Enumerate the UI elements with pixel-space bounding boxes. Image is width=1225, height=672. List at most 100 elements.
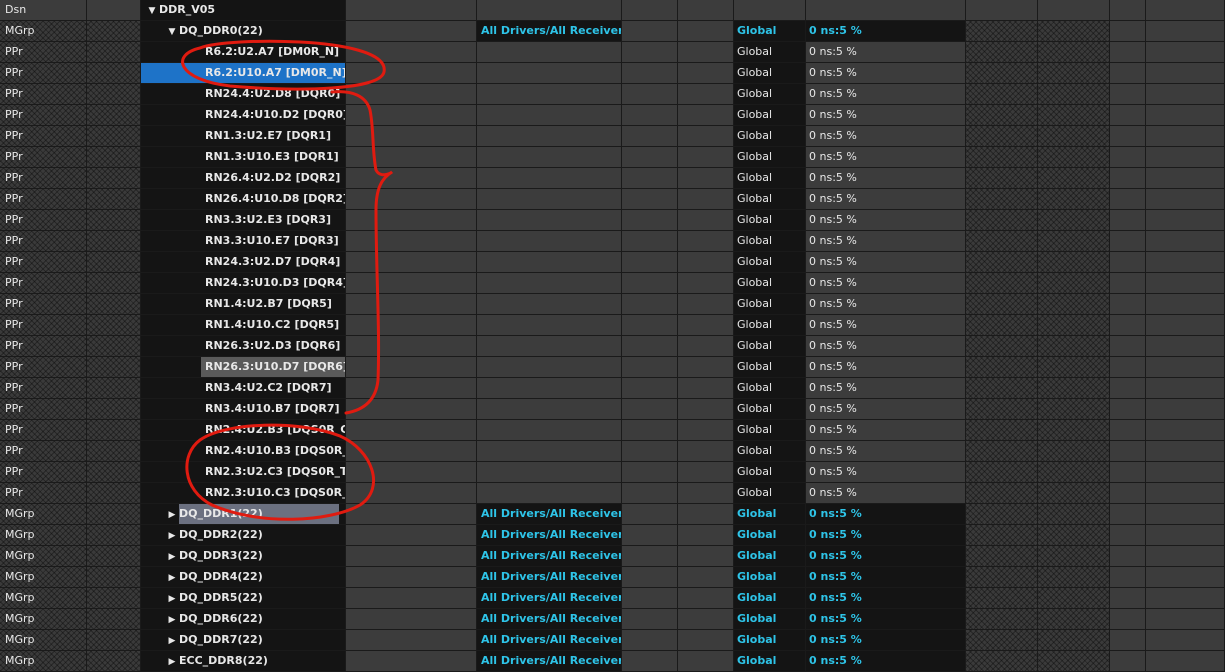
cell-col7: Global	[734, 630, 806, 650]
cell-col12	[1146, 147, 1225, 167]
cell-col5	[622, 63, 678, 83]
cell-col2[interactable]: ▶ DQ_DDR7(22)	[141, 630, 346, 650]
match-group-row[interactable]: MGrp ▶ DQ_DDR7(22) All Drivers/All Receiver…	[0, 630, 1225, 651]
cell-col2[interactable]: RN26.4:U10.D8 [DQR2]	[141, 189, 346, 209]
pin-pair-row[interactable]: PPr RN1.3:U10.E3 [DQR1] Global 0 ns:5 %	[0, 147, 1225, 168]
cell-col0: MGrp	[0, 588, 87, 608]
pin-pair-row[interactable]: PPr RN24.4:U2.D8 [DQR0] Global 0 ns:5 %	[0, 84, 1225, 105]
cell-col2[interactable]: RN24.4:U10.D2 [DQR0]	[141, 105, 346, 125]
cell-col2[interactable]: RN24.3:U2.D7 [DQR4]	[141, 252, 346, 272]
design-node[interactable]: ▼ DDR_V05	[141, 0, 346, 20]
cell-col2[interactable]: ▶ DQ_DDR5(22)	[141, 588, 346, 608]
pin-pair-row[interactable]: PPr RN26.4:U10.D8 [DQR2] Global 0 ns:5 %	[0, 189, 1225, 210]
cell-col2[interactable]: ▶ DQ_DDR6(22)	[141, 609, 346, 629]
pin-pair-row[interactable]: PPr RN1.4:U10.C2 [DQR5] Global 0 ns:5 %	[0, 315, 1225, 336]
pin-pair-row[interactable]: PPr RN26.3:U2.D3 [DQR6] Global 0 ns:5 %	[0, 336, 1225, 357]
triangle-right-icon[interactable]: ▶	[165, 547, 179, 566]
pin-pair-row[interactable]: PPr RN26.4:U2.D2 [DQR2] Global 0 ns:5 %	[0, 168, 1225, 189]
cell-col2[interactable]: RN1.4:U2.B7 [DQR5]	[141, 294, 346, 314]
pin-pair-row[interactable]: PPr RN26.3:U10.D7 [DQR6] Global 0 ns:5 %	[0, 357, 1225, 378]
triangle-down-icon[interactable]: ▼	[145, 1, 159, 20]
triangle-down-icon[interactable]: ▼	[165, 22, 179, 41]
cell-col2[interactable]: R6.2:U10.A7 [DM0R_N]	[141, 63, 346, 83]
cell-col9	[966, 630, 1038, 650]
pin-pair-row[interactable]: PPr RN3.4:U10.B7 [DQR7] Global 0 ns:5 %	[0, 399, 1225, 420]
cell-col2[interactable]: RN3.4:U10.B7 [DQR7]	[141, 399, 346, 419]
pin-pair-row[interactable]: PPr R6.2:U2.A7 [DM0R_N] Global 0 ns:5 %	[0, 42, 1225, 63]
cell-col2[interactable]: RN2.4:U10.B3 [DQS0R_C]	[141, 441, 346, 461]
header-row[interactable]: Dsn ▼ DDR_V05	[0, 0, 1225, 21]
cell-col8: 0 ns:5 %	[806, 105, 966, 125]
pin-pair-row[interactable]: PPr RN24.4:U10.D2 [DQR0] Global 0 ns:5 %	[0, 105, 1225, 126]
pin-pair-row[interactable]: PPr RN2.4:U10.B3 [DQS0R_C] Global 0 ns:5 %	[0, 441, 1225, 462]
cell-col8: 0 ns:5 %	[806, 189, 966, 209]
cell-col2[interactable]: RN3.3:U10.E7 [DQR3]	[141, 231, 346, 251]
match-group-row[interactable]: MGrp ▶ DQ_DDR4(22) All Drivers/All Receiver…	[0, 567, 1225, 588]
cell-col2[interactable]: RN24.4:U2.D8 [DQR0]	[141, 84, 346, 104]
cell-col0: MGrp	[0, 630, 87, 650]
pin-pair-row[interactable]: PPr RN3.4:U2.C2 [DQR7] Global 0 ns:5 %	[0, 378, 1225, 399]
cell-col2[interactable]: ▶ DQ_DDR3(22)	[141, 546, 346, 566]
cell-col5	[622, 462, 678, 482]
cell-col10	[1038, 378, 1110, 398]
triangle-right-icon[interactable]: ▶	[165, 589, 179, 608]
cell-col4: All Drivers/All Receivers	[477, 609, 622, 629]
cell-col2[interactable]: RN1.3:U10.E3 [DQR1]	[141, 147, 346, 167]
cell-col7: Global	[734, 588, 806, 608]
cell-col12	[1146, 105, 1225, 125]
pin-pair-row[interactable]: PPr RN1.4:U2.B7 [DQR5] Global 0 ns:5 %	[0, 294, 1225, 315]
match-group-row[interactable]: MGrp ▶ ECC_DDR8(22) All Drivers/All Receive…	[0, 651, 1225, 672]
pin-pair-row[interactable]: PPr R6.2:U10.A7 [DM0R_N] Global 0 ns:5 %	[0, 63, 1225, 84]
match-group-row[interactable]: MGrp ▶ DQ_DDR5(22) All Drivers/All Receiver…	[0, 588, 1225, 609]
pin-pair-row[interactable]: PPr RN2.3:U2.C3 [DQS0R_T] Global 0 ns:5 %	[0, 462, 1225, 483]
triangle-right-icon[interactable]: ▶	[165, 631, 179, 650]
match-group-row[interactable]: MGrp ▶ DQ_DDR1(22) All Drivers/All Receiver…	[0, 504, 1225, 525]
cell-col2[interactable]: RN3.3:U2.E3 [DQR3]	[141, 210, 346, 230]
cell-col2[interactable]: RN2.3:U10.C3 [DQS0R_T]	[141, 483, 346, 503]
pin-pair-row[interactable]: PPr RN1.3:U2.E7 [DQR1] Global 0 ns:5 %	[0, 126, 1225, 147]
cell-col2[interactable]: ▶ DQ_DDR1(22)	[141, 504, 346, 524]
cell-col5	[622, 84, 678, 104]
pin-pair-row[interactable]: PPr RN3.3:U2.E3 [DQR3] Global 0 ns:5 %	[0, 210, 1225, 231]
cell-col4	[477, 252, 622, 272]
pin-pair-row[interactable]: PPr RN24.3:U10.D3 [DQR4] Global 0 ns:5 %	[0, 273, 1225, 294]
cell-col5	[622, 441, 678, 461]
cell-col2[interactable]: ▶ DQ_DDR2(22)	[141, 525, 346, 545]
cell-col2[interactable]: RN26.4:U2.D2 [DQR2]	[141, 168, 346, 188]
cell-col2[interactable]: ▶ ECC_DDR8(22)	[141, 651, 346, 671]
pin-pair-row[interactable]: PPr RN2.4:U2.B3 [DQS0R_C] Global 0 ns:5 %	[0, 420, 1225, 441]
cell-col2[interactable]: RN24.3:U10.D3 [DQR4]	[141, 273, 346, 293]
match-group-row[interactable]: MGrp ▶ DQ_DDR3(22) All Drivers/All Receiver…	[0, 546, 1225, 567]
cell-col6	[678, 504, 734, 524]
cell-col2[interactable]: R6.2:U2.A7 [DM0R_N]	[141, 42, 346, 62]
cell-col1	[87, 588, 141, 608]
triangle-right-icon[interactable]: ▶	[165, 568, 179, 587]
cell-col8: 0 ns:5 %	[806, 567, 966, 587]
cell-col0: MGrp	[0, 567, 87, 587]
cell-col2[interactable]: RN2.4:U2.B3 [DQS0R_C]	[141, 420, 346, 440]
pin-pair-row[interactable]: PPr RN3.3:U10.E7 [DQR3] Global 0 ns:5 %	[0, 231, 1225, 252]
match-group-row[interactable]: MGrp ▶ DQ_DDR2(22) All Drivers/All Receiver…	[0, 525, 1225, 546]
cell-col2[interactable]: RN1.3:U2.E7 [DQR1]	[141, 126, 346, 146]
pin-pair-row[interactable]: PPr RN24.3:U2.D7 [DQR4] Global 0 ns:5 %	[0, 252, 1225, 273]
pin-pair-row[interactable]: PPr RN2.3:U10.C3 [DQS0R_T] Global 0 ns:5 %	[0, 483, 1225, 504]
cell-col2[interactable]: RN26.3:U2.D3 [DQR6]	[141, 336, 346, 356]
cell-col3	[346, 189, 477, 209]
triangle-right-icon[interactable]: ▶	[165, 505, 179, 524]
cell-col7: Global	[734, 168, 806, 188]
cell-col2[interactable]: RN3.4:U2.C2 [DQR7]	[141, 378, 346, 398]
match-group-row[interactable]: MGrp ▶ DQ_DDR6(22) All Drivers/All Receiver…	[0, 609, 1225, 630]
triangle-right-icon[interactable]: ▶	[165, 652, 179, 671]
cell-col2[interactable]: RN26.3:U10.D7 [DQR6]	[141, 357, 346, 377]
cell-col2[interactable]: RN1.4:U10.C2 [DQR5]	[141, 315, 346, 335]
cell-col2[interactable]: RN2.3:U2.C3 [DQS0R_T]	[141, 462, 346, 482]
triangle-right-icon[interactable]: ▶	[165, 610, 179, 629]
cell-col5	[622, 609, 678, 629]
cell-col0: PPr	[0, 399, 87, 419]
cell-col7: Global	[734, 273, 806, 293]
cell-col2[interactable]: ▼ DQ_DDR0(22)	[141, 21, 346, 41]
triangle-right-icon[interactable]: ▶	[165, 526, 179, 545]
cell-col9	[966, 189, 1038, 209]
cell-col2[interactable]: ▶ DQ_DDR4(22)	[141, 567, 346, 587]
match-group-row[interactable]: MGrp ▼ DQ_DDR0(22) All Drivers/All Receiver…	[0, 21, 1225, 42]
